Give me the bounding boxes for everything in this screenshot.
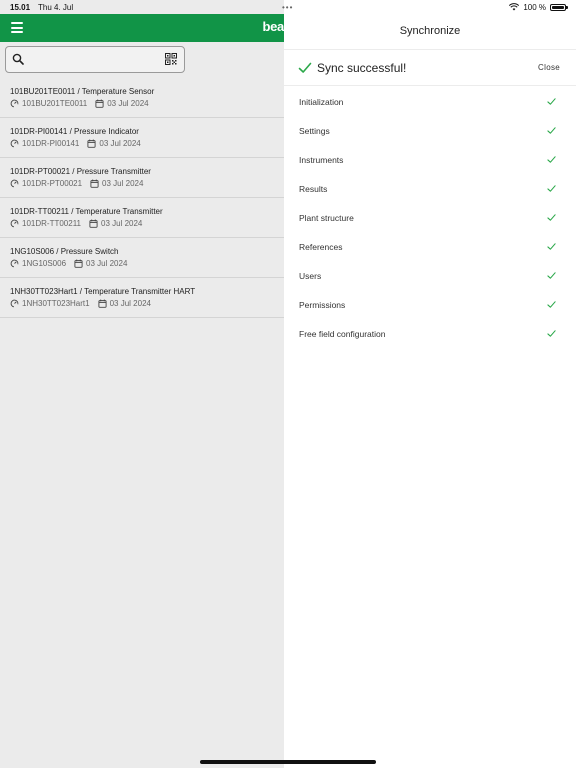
check-icon <box>547 98 556 105</box>
device-title: 101DR-PI00141 / Pressure Indicator <box>10 127 139 136</box>
sync-step-row: Instruments <box>299 145 576 174</box>
device-date: 03 Jul 2024 <box>86 259 128 268</box>
search-icon <box>12 53 24 65</box>
device-date: 03 Jul 2024 <box>101 219 143 228</box>
multitasking-dots[interactable]: ••• <box>282 3 293 12</box>
device-date: 03 Jul 2024 <box>107 99 149 108</box>
device-tag: 1NH30TT023Hart1 <box>22 299 90 308</box>
qr-code-scan-icon[interactable] <box>165 53 177 65</box>
sync-step-label: Permissions <box>299 299 346 310</box>
device-title: 1NG10S006 / Pressure Switch <box>10 247 119 256</box>
device-list-item[interactable]: 101DR-TT00211 / Temperature Transmitter 1… <box>0 198 284 238</box>
check-icon <box>547 301 556 308</box>
panel-title: Synchronize <box>399 25 461 37</box>
device-tag: 1NG10S006 <box>22 259 67 268</box>
gauge-icon <box>10 219 19 228</box>
calendar-icon <box>90 179 99 188</box>
device-tag: 101BU201TE0011 <box>22 99 88 108</box>
status-left: 15.01 Thu 4. Jul <box>10 3 73 12</box>
check-icon <box>547 272 556 279</box>
sync-step-row: Free field configuration <box>299 319 576 348</box>
search-area <box>0 42 284 78</box>
device-date: 03 Jul 2024 <box>109 299 151 308</box>
device-meta: 101DR-PT00021 03 Jul 2024 <box>10 179 284 188</box>
device-list-item[interactable]: 101DR-PT00021 / Pressure Transmitter 101D… <box>0 158 284 198</box>
sync-status-row: Sync successful! Close <box>284 50 576 86</box>
check-icon <box>547 330 556 337</box>
home-indicator[interactable] <box>200 760 376 764</box>
sync-step-label: Free field configuration <box>299 328 386 339</box>
gauge-icon <box>10 139 19 148</box>
gauge-icon <box>10 299 19 308</box>
calendar-icon <box>95 99 104 108</box>
device-tag: 101DR-PI00141 <box>22 139 80 148</box>
status-bar: 15.01 Thu 4. Jul ••• 100 % <box>0 0 576 14</box>
device-date: 03 Jul 2024 <box>102 179 144 188</box>
device-meta: 1NH30TT023Hart1 03 Jul 2024 <box>10 299 284 308</box>
device-date: 03 Jul 2024 <box>99 139 141 148</box>
device-meta: 101DR-TT00211 03 Jul 2024 <box>10 219 284 228</box>
device-meta: 101BU201TE0011 03 Jul 2024 <box>10 99 284 108</box>
sync-step-row: Permissions <box>299 290 576 319</box>
sync-step-label: References <box>299 241 343 252</box>
sync-panel: Synchronize Sync successful! Close Initi… <box>284 0 576 768</box>
close-button[interactable]: Close <box>538 63 560 72</box>
sync-step-row: References <box>299 232 576 261</box>
calendar-icon <box>89 219 98 228</box>
device-meta: 101DR-PI00141 03 Jul 2024 <box>10 139 284 148</box>
search-box[interactable] <box>5 46 185 73</box>
sync-step-row: Users <box>299 261 576 290</box>
sync-steps-list: Initialization Settings Instruments Results… <box>299 87 576 348</box>
calendar-icon <box>98 299 107 308</box>
sync-step-label: Settings <box>299 125 330 136</box>
search-input[interactable] <box>30 51 160 69</box>
calendar-icon <box>87 139 96 148</box>
device-title: 101DR-TT00211 / Temperature Transmitter <box>10 207 163 216</box>
device-list: 101BU201TE0011 / Temperature Sensor 101BU… <box>0 78 284 318</box>
sync-step-label: Instruments <box>299 154 344 165</box>
device-list-item[interactable]: 101BU201TE0011 / Temperature Sensor 101BU… <box>0 78 284 118</box>
device-list-item[interactable]: 1NG10S006 / Pressure Switch 1NG10S006 03 J… <box>0 238 284 278</box>
calendar-icon <box>74 259 83 268</box>
device-title: 101BU201TE0011 / Temperature Sensor <box>10 87 155 96</box>
gauge-icon <box>10 259 19 268</box>
sync-step-row: Results <box>299 174 576 203</box>
gauge-icon <box>10 99 19 108</box>
device-title: 101DR-PT00021 / Pressure Transmitter <box>10 167 151 176</box>
check-icon <box>547 243 556 250</box>
device-tag: 101DR-PT00021 <box>22 179 83 188</box>
success-check-icon <box>298 62 312 73</box>
sync-step-row: Plant structure <box>299 203 576 232</box>
battery-percent: 100 % <box>523 2 546 12</box>
sync-step-label: Plant structure <box>299 212 354 223</box>
sync-status-text: Sync successful! <box>317 61 407 75</box>
app-header: bea <box>0 14 284 42</box>
app-main: bea 101BU201TE0011 / Temperature Sensor … <box>0 0 284 768</box>
check-icon <box>547 127 556 134</box>
sync-step-label: Initialization <box>299 96 344 107</box>
sync-step-label: Users <box>299 270 322 281</box>
sync-step-row: Initialization <box>299 87 576 116</box>
gauge-icon <box>10 179 19 188</box>
hamburger-menu-icon[interactable] <box>11 22 23 33</box>
battery-icon <box>550 3 568 11</box>
sync-step-label: Results <box>299 183 328 194</box>
wifi-icon <box>509 3 520 11</box>
status-time: 15.01 <box>10 2 31 12</box>
status-right: 100 % <box>509 2 568 12</box>
device-tag: 101DR-TT00211 <box>22 219 81 228</box>
device-list-item[interactable]: 1NH30TT023Hart1 / Temperature Transmitte… <box>0 278 284 318</box>
check-icon <box>547 156 556 163</box>
status-date: Thu 4. Jul <box>38 2 74 12</box>
check-icon <box>547 185 556 192</box>
device-meta: 1NG10S006 03 Jul 2024 <box>10 259 284 268</box>
device-list-item[interactable]: 101DR-PI00141 / Pressure Indicator 101DR-… <box>0 118 284 158</box>
sync-step-row: Settings <box>299 116 576 145</box>
check-icon <box>547 214 556 221</box>
device-title: 1NH30TT023Hart1 / Temperature Transmitte… <box>10 287 196 296</box>
brand-logo: bea <box>262 19 284 34</box>
